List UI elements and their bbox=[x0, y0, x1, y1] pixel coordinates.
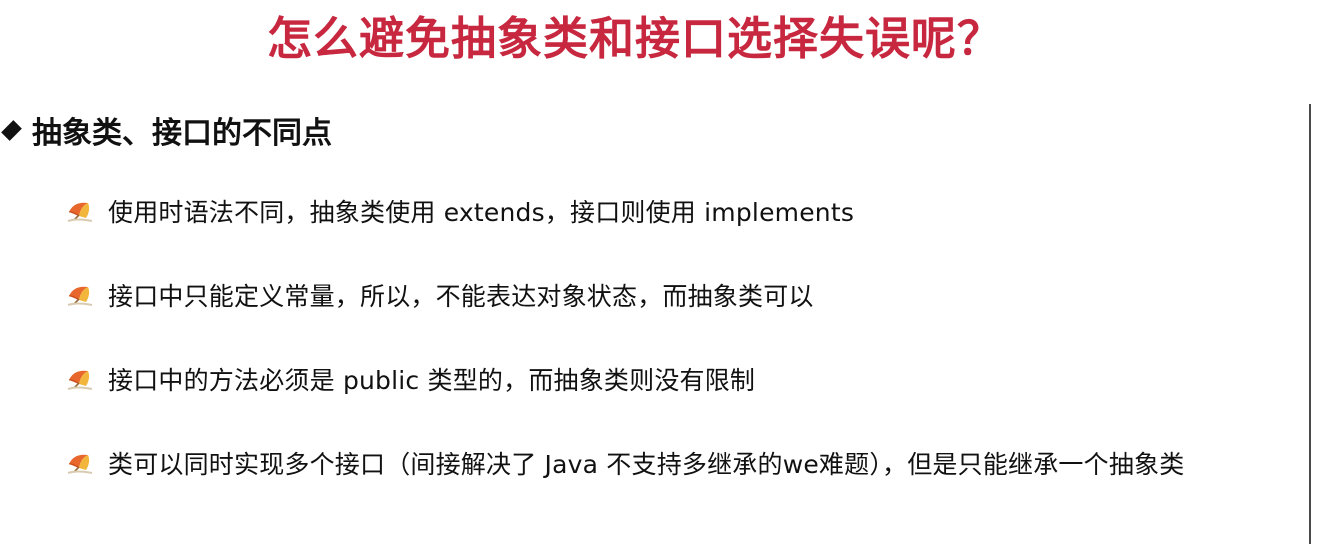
diamond-bullet-icon bbox=[1, 119, 22, 141]
list-item: 使用时语法不同，抽象类使用 extends，接口则使用 implements bbox=[66, 193, 854, 229]
list-item-text: 类可以同时实现多个接口（间接解决了 Java 不支持多继承的we难题），但是只能… bbox=[108, 450, 1185, 479]
list-item-text: 接口中的方法必须是 public 类型的，而抽象类则没有限制 bbox=[108, 366, 756, 395]
list-item-text: 接口中只能定义常量，所以，不能表达对象状态，而抽象类可以 bbox=[108, 282, 814, 311]
list-item: 类可以同时实现多个接口（间接解决了 Java 不支持多继承的we难题），但是只能… bbox=[66, 445, 1184, 481]
list-item-text: 使用时语法不同，抽象类使用 extends，接口则使用 implements bbox=[108, 198, 855, 227]
list-item: 接口中只能定义常量，所以，不能表达对象状态，而抽象类可以 bbox=[66, 277, 814, 313]
right-border-line bbox=[1309, 104, 1311, 544]
umbrella-icon bbox=[67, 286, 93, 306]
umbrella-icon bbox=[67, 202, 93, 222]
list-item: 接口中的方法必须是 public 类型的，而抽象类则没有限制 bbox=[66, 361, 755, 397]
umbrella-icon bbox=[67, 370, 93, 390]
slide-title: 怎么避免抽象类和接口选择失误呢？ bbox=[266, 12, 1003, 65]
section-heading-text: 抽象类、接口的不同点 bbox=[32, 116, 332, 151]
umbrella-icon bbox=[67, 454, 93, 474]
section-heading: 抽象类、接口的不同点 bbox=[0, 106, 332, 154]
